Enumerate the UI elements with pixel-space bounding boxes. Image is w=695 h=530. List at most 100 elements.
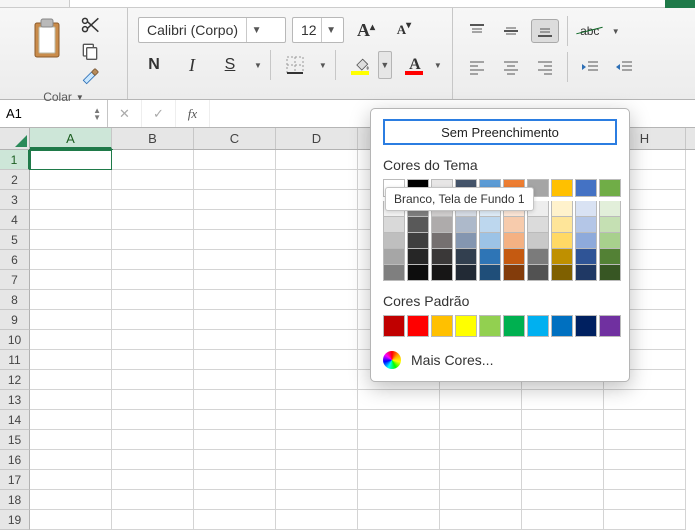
- color-swatch[interactable]: [431, 249, 453, 265]
- cell[interactable]: [112, 230, 194, 250]
- cell[interactable]: [440, 410, 522, 430]
- cell[interactable]: [276, 270, 358, 290]
- cell[interactable]: [112, 410, 194, 430]
- bold-button[interactable]: N: [138, 51, 170, 79]
- cell[interactable]: [112, 250, 194, 270]
- cell[interactable]: [112, 270, 194, 290]
- fx-button[interactable]: fx: [176, 100, 210, 127]
- cell[interactable]: [522, 490, 604, 510]
- cell[interactable]: [30, 270, 112, 290]
- color-swatch[interactable]: [407, 233, 429, 249]
- row-header[interactable]: 2: [0, 170, 30, 190]
- cell[interactable]: [194, 190, 276, 210]
- wrap-text-dropdown[interactable]: ▼: [612, 27, 620, 36]
- font-name-combo[interactable]: Calibri (Corpo) ▼: [138, 17, 286, 43]
- cell[interactable]: [358, 470, 440, 490]
- color-swatch[interactable]: [455, 249, 477, 265]
- cell[interactable]: [30, 150, 112, 170]
- cell[interactable]: [276, 210, 358, 230]
- cell[interactable]: [440, 390, 522, 410]
- color-swatch[interactable]: [503, 217, 525, 233]
- cell[interactable]: [276, 170, 358, 190]
- decrease-indent-button[interactable]: [576, 55, 604, 79]
- cell[interactable]: [112, 170, 194, 190]
- cell[interactable]: [440, 470, 522, 490]
- font-size-combo[interactable]: 12 ▼: [292, 17, 344, 43]
- column-header[interactable]: C: [194, 128, 276, 149]
- accept-formula-button[interactable]: ✓: [142, 100, 176, 127]
- color-swatch[interactable]: [407, 249, 429, 265]
- cell[interactable]: [604, 430, 686, 450]
- cell[interactable]: [30, 250, 112, 270]
- color-swatch[interactable]: [575, 249, 597, 265]
- cell[interactable]: [604, 450, 686, 470]
- shrink-font-button[interactable]: A▾: [388, 16, 420, 44]
- cell[interactable]: [194, 250, 276, 270]
- name-box-input[interactable]: [6, 106, 60, 121]
- cell[interactable]: [194, 310, 276, 330]
- color-swatch[interactable]: [479, 249, 501, 265]
- cell[interactable]: [30, 470, 112, 490]
- color-swatch[interactable]: [551, 233, 573, 249]
- color-swatch[interactable]: [503, 315, 525, 337]
- row-header[interactable]: 18: [0, 490, 30, 510]
- cell[interactable]: [194, 230, 276, 250]
- cell[interactable]: [276, 390, 358, 410]
- color-swatch[interactable]: [599, 249, 621, 265]
- color-swatch[interactable]: [575, 233, 597, 249]
- cell[interactable]: [112, 490, 194, 510]
- cell[interactable]: [522, 450, 604, 470]
- color-swatch[interactable]: [599, 201, 621, 217]
- cell[interactable]: [194, 330, 276, 350]
- cell[interactable]: [358, 450, 440, 470]
- color-swatch[interactable]: [479, 233, 501, 249]
- color-swatch[interactable]: [383, 233, 405, 249]
- color-swatch[interactable]: [455, 315, 477, 337]
- cell[interactable]: [276, 370, 358, 390]
- color-swatch[interactable]: [527, 315, 549, 337]
- cell[interactable]: [112, 350, 194, 370]
- color-swatch[interactable]: [455, 265, 477, 281]
- cell[interactable]: [30, 230, 112, 250]
- cell[interactable]: [112, 190, 194, 210]
- ribbon-tab-fragment[interactable]: [0, 0, 70, 7]
- align-left-button[interactable]: [463, 55, 491, 79]
- color-swatch[interactable]: [575, 265, 597, 281]
- color-swatch[interactable]: [599, 217, 621, 233]
- cell[interactable]: [194, 370, 276, 390]
- color-swatch[interactable]: [431, 217, 453, 233]
- color-swatch[interactable]: [383, 249, 405, 265]
- name-box[interactable]: ▲▼: [0, 100, 108, 127]
- cell[interactable]: [112, 450, 194, 470]
- cell[interactable]: [194, 410, 276, 430]
- column-header[interactable]: A: [30, 128, 112, 149]
- color-swatch[interactable]: [383, 265, 405, 281]
- color-swatch[interactable]: [407, 217, 429, 233]
- align-bottom-button[interactable]: [531, 19, 559, 43]
- cell[interactable]: [194, 350, 276, 370]
- color-swatch[interactable]: [599, 233, 621, 249]
- row-header[interactable]: 16: [0, 450, 30, 470]
- color-swatch[interactable]: [527, 265, 549, 281]
- wrap-text-button[interactable]: abc: [576, 19, 604, 43]
- cell[interactable]: [276, 190, 358, 210]
- cell[interactable]: [194, 430, 276, 450]
- row-header[interactable]: 17: [0, 470, 30, 490]
- cell[interactable]: [358, 510, 440, 530]
- color-swatch[interactable]: [479, 217, 501, 233]
- cell[interactable]: [194, 290, 276, 310]
- align-top-button[interactable]: [463, 19, 491, 43]
- cell[interactable]: [440, 430, 522, 450]
- cell[interactable]: [522, 390, 604, 410]
- paste-button[interactable]: [24, 12, 70, 66]
- color-swatch[interactable]: [599, 265, 621, 281]
- cell[interactable]: [112, 470, 194, 490]
- color-swatch[interactable]: [599, 315, 621, 337]
- cell[interactable]: [358, 410, 440, 430]
- cell[interactable]: [194, 390, 276, 410]
- cell[interactable]: [30, 290, 112, 310]
- color-swatch[interactable]: [503, 265, 525, 281]
- cell[interactable]: [276, 350, 358, 370]
- underline-dropdown-caret[interactable]: ▼: [254, 61, 262, 70]
- cell[interactable]: [194, 270, 276, 290]
